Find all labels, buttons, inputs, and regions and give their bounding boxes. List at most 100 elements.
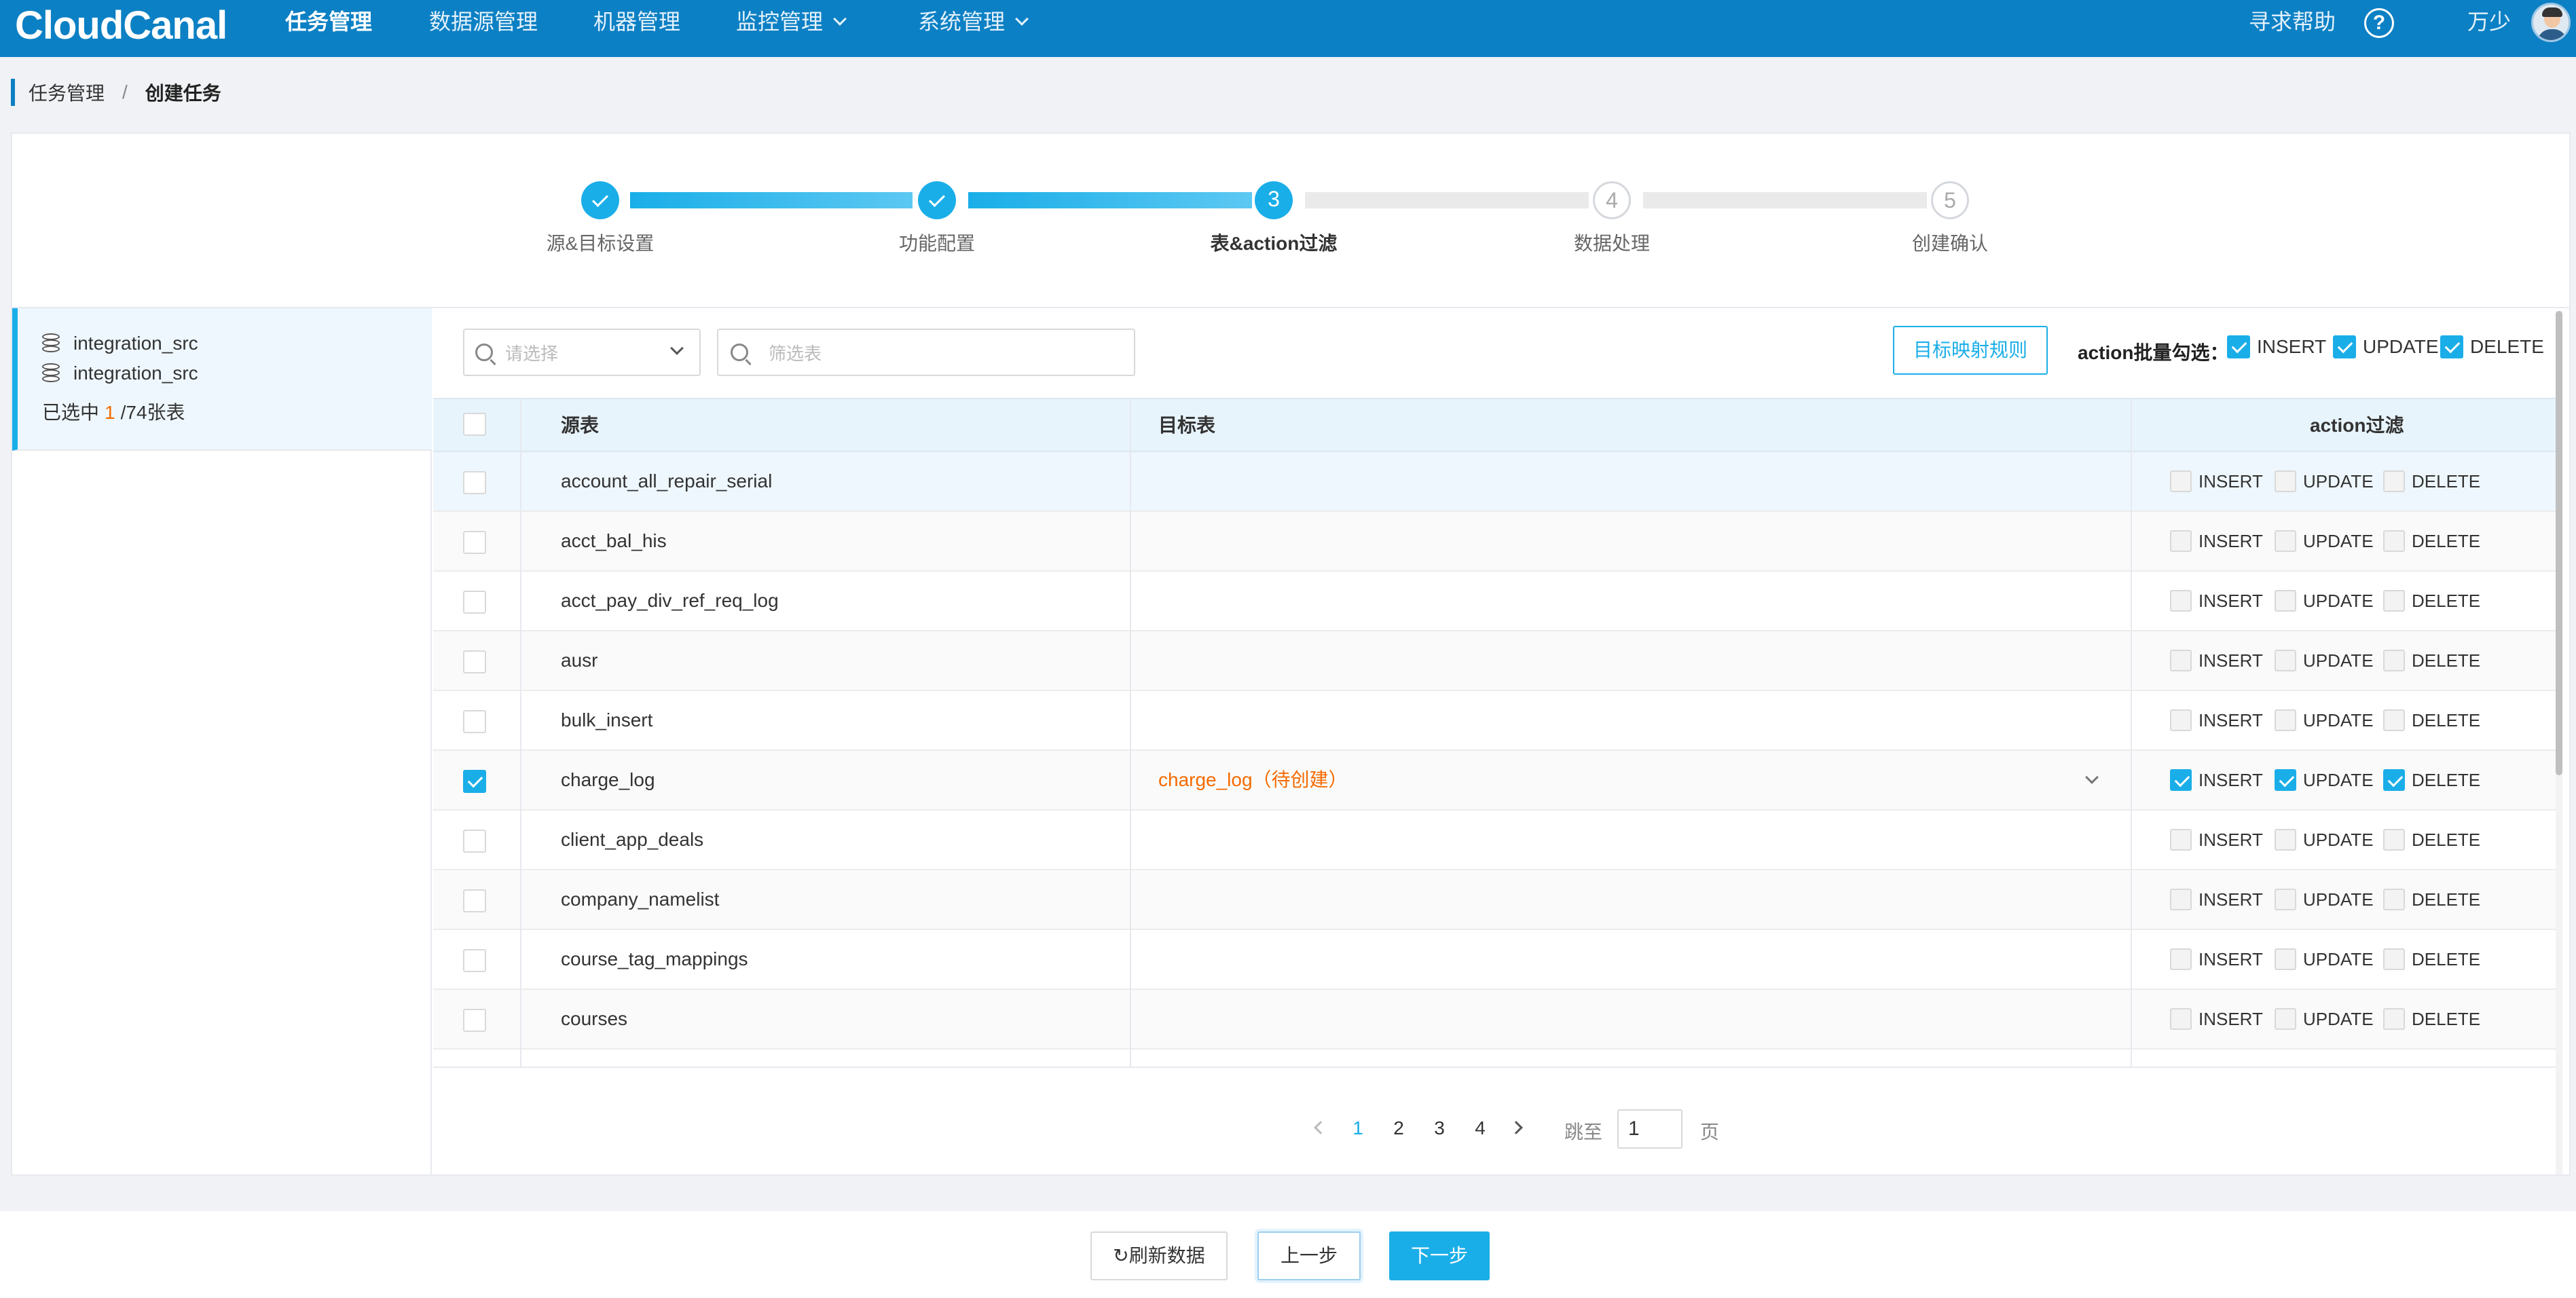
table-row[interactable]: account_all_repair_serial INSERT UPDATE DEL… — [433, 452, 2560, 512]
step-2-done-icon — [918, 181, 956, 219]
action-update-checkbox[interactable]: UPDATE — [2275, 470, 2374, 493]
action-insert-checkbox[interactable]: INSERT — [2170, 709, 2263, 732]
nav-machine-management[interactable]: 机器管理 — [593, 0, 680, 43]
source-table-name: acct_pay_div_ref_req_log — [561, 590, 779, 611]
row-select-checkbox[interactable] — [463, 829, 486, 853]
breadcrumb-separator: / — [122, 81, 128, 103]
datasource-pair-item[interactable]: integration_src integration_src 已选中 1/74张… — [12, 308, 432, 451]
target-mapping-rules-button[interactable]: 目标映射规则 — [1893, 326, 2048, 375]
batch-action-label: action批量勾选： — [2078, 342, 2229, 363]
batch-delete-checkbox[interactable]: DELETE — [2440, 335, 2544, 358]
action-insert-checkbox[interactable]: INSERT — [2170, 888, 2263, 911]
schema-select[interactable]: 请选择 — [463, 329, 701, 376]
action-delete-checkbox[interactable]: DELETE — [2383, 530, 2480, 553]
page-3[interactable]: 3 — [1420, 1109, 1458, 1147]
table-search-input[interactable]: 筛选表 — [717, 329, 1135, 376]
row-select-checkbox[interactable] — [463, 709, 486, 733]
action-insert-checkbox[interactable]: INSERT — [2170, 530, 2263, 553]
action-update-checkbox[interactable]: UPDATE — [2275, 649, 2374, 672]
table-row[interactable]: company_namelist INSERT UPDATE DELETE — [433, 870, 2560, 930]
row-select-checkbox[interactable] — [463, 889, 486, 912]
app-logo[interactable]: CloudCanal — [15, 3, 227, 48]
action-delete-checkbox[interactable]: DELETE — [2383, 948, 2480, 971]
next-step-button[interactable]: 下一步 — [1389, 1231, 1490, 1280]
selected-count: 1 — [105, 402, 115, 423]
page-1[interactable]: 1 — [1339, 1109, 1377, 1147]
refresh-data-button[interactable]: ↻刷新数据 — [1090, 1231, 1228, 1280]
select-all-checkbox[interactable] — [463, 413, 486, 436]
nav-label: 系统管理 — [918, 10, 1006, 34]
action-insert-checkbox[interactable]: INSERT — [2170, 649, 2263, 672]
row-select-checkbox[interactable] — [463, 1008, 486, 1032]
steps-progress: 3 4 5 源&目标设置 功能配置 表&action过滤 数据处理 创建确认 — [12, 134, 2569, 307]
action-insert-checkbox[interactable]: INSERT — [2170, 589, 2263, 612]
search-icon — [475, 344, 493, 361]
row-select-checkbox[interactable] — [463, 948, 486, 972]
table-row[interactable]: courses INSERT UPDATE DELETE — [433, 990, 2560, 1050]
breadcrumb-item-task-management[interactable]: 任务管理 — [29, 79, 105, 106]
action-insert-checkbox[interactable]: INSERT — [2170, 828, 2263, 851]
previous-step-button[interactable]: 上一步 — [1257, 1231, 1361, 1280]
action-insert-checkbox[interactable]: INSERT — [2170, 768, 2263, 792]
page-jump-input[interactable]: 1 — [1617, 1109, 1682, 1149]
nav-monitor-management[interactable]: 监控管理 — [736, 0, 847, 43]
scrollbar-thumb[interactable] — [2556, 311, 2562, 775]
footer-actions: ↻刷新数据 上一步 下一步 — [0, 1211, 2576, 1298]
action-delete-checkbox[interactable]: DELETE — [2383, 888, 2480, 911]
action-update-checkbox[interactable]: UPDATE — [2275, 768, 2374, 792]
search-icon — [731, 344, 748, 361]
action-delete-checkbox[interactable]: DELETE — [2383, 768, 2480, 792]
table-row[interactable]: charge_log charge_log（待创建） INSERT UPDATE DEL… — [433, 751, 2560, 811]
table-row[interactable]: acct_bal_his INSERT UPDATE DELETE — [433, 512, 2560, 572]
action-update-checkbox[interactable]: UPDATE — [2275, 888, 2374, 911]
row-select-checkbox[interactable] — [463, 650, 486, 673]
table-row[interactable]: course_tag_mappings INSERT UPDATE DELETE — [433, 930, 2560, 990]
table-header: 源表 目标表 action过滤 — [433, 398, 2560, 452]
batch-update-checkbox[interactable]: UPDATE — [2333, 335, 2439, 358]
table-row[interactable]: client_app_deals INSERT UPDATE DELETE — [433, 811, 2560, 870]
chevron-down-icon[interactable] — [2085, 771, 2099, 784]
table-row[interactable]: ausr INSERT UPDATE DELETE — [433, 631, 2560, 691]
row-select-checkbox[interactable] — [463, 470, 486, 494]
action-update-checkbox[interactable]: UPDATE — [2275, 948, 2374, 971]
row-select-checkbox[interactable] — [463, 590, 486, 614]
action-update-checkbox[interactable]: UPDATE — [2275, 1007, 2374, 1031]
action-delete-checkbox[interactable]: DELETE — [2383, 828, 2480, 851]
target-table-select[interactable]: charge_log（待创建） — [1158, 751, 1348, 809]
action-insert-checkbox[interactable]: INSERT — [2170, 948, 2263, 971]
step-1-label: 源&目标设置 — [546, 233, 655, 254]
source-table-name: company_namelist — [561, 889, 720, 910]
nav-datasource-management[interactable]: 数据源管理 — [429, 0, 538, 43]
action-update-checkbox[interactable]: UPDATE — [2275, 589, 2374, 612]
action-delete-checkbox[interactable]: DELETE — [2383, 649, 2480, 672]
action-delete-checkbox[interactable]: DELETE — [2383, 470, 2480, 493]
help-icon[interactable]: ? — [2364, 8, 2394, 38]
batch-insert-checkbox[interactable]: INSERT — [2227, 335, 2326, 358]
action-insert-checkbox[interactable]: INSERT — [2170, 470, 2263, 493]
table-row[interactable]: bulk_insert INSERT UPDATE DELETE — [433, 691, 2560, 751]
action-update-checkbox[interactable]: UPDATE — [2275, 828, 2374, 851]
page-2[interactable]: 2 — [1380, 1109, 1418, 1147]
nav-task-management[interactable]: 任务管理 — [285, 0, 372, 43]
source-table-name: charge_log — [561, 769, 655, 790]
action-update-checkbox[interactable]: UPDATE — [2275, 709, 2374, 732]
row-select-checkbox[interactable] — [463, 769, 486, 793]
action-delete-checkbox[interactable]: DELETE — [2383, 1007, 2480, 1031]
pagination: 1 2 3 4 跳至 1 页 — [433, 1109, 2560, 1150]
avatar[interactable] — [2531, 3, 2571, 42]
help-link[interactable]: 寻求帮助 — [2249, 0, 2336, 43]
action-update-checkbox[interactable]: UPDATE — [2275, 530, 2374, 553]
chevron-left-icon[interactable] — [1314, 1121, 1327, 1134]
action-delete-checkbox[interactable]: DELETE — [2383, 709, 2480, 732]
user-name[interactable]: 万少 — [2467, 0, 2511, 43]
nav-system-management[interactable]: 系统管理 — [918, 0, 1029, 43]
database-icon — [42, 333, 60, 354]
datasource-panel: integration_src integration_src 已选中 1/74张… — [12, 308, 432, 1176]
table-row[interactable]: acct_pay_div_ref_req_log INSERT UPDATE DELE… — [433, 572, 2560, 631]
page-4[interactable]: 4 — [1461, 1109, 1499, 1147]
action-insert-checkbox[interactable]: INSERT — [2170, 1007, 2263, 1031]
chevron-right-icon[interactable] — [1509, 1121, 1523, 1134]
action-delete-checkbox[interactable]: DELETE — [2383, 589, 2480, 612]
row-select-checkbox[interactable] — [463, 530, 486, 554]
step-connector — [1643, 192, 1927, 208]
